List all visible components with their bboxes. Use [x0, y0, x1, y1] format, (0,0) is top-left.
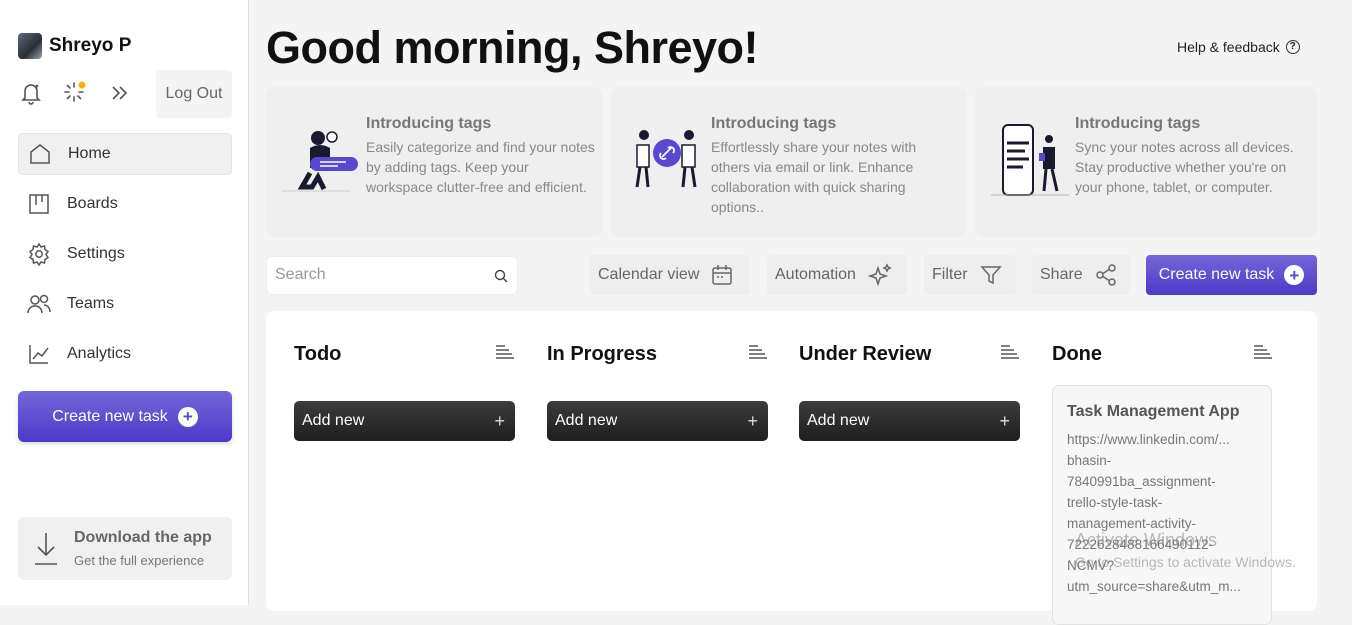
task-card-line: utm_source=share&utm_m... — [1067, 579, 1241, 594]
add-new-label: Add new — [302, 412, 365, 429]
sidebar-item-home[interactable]: Home — [18, 133, 232, 175]
filter-icon — [979, 264, 1002, 286]
task-card-line: trello-style-task- — [1067, 495, 1163, 510]
double-chevron-right-icon[interactable] — [106, 80, 132, 106]
download-app-button[interactable]: Download the app Get the full experience — [18, 517, 232, 580]
sidebar-item-boards[interactable]: Boards — [18, 183, 232, 225]
page-title: Good morning, Shreyo! — [266, 22, 759, 73]
add-new-label: Add new — [807, 412, 870, 429]
create-task-button[interactable]: Create new task + — [1146, 255, 1317, 295]
share-label: Share — [1040, 266, 1083, 283]
task-card-description: https://www.linkedin.com/... bhasin- 784… — [1067, 429, 1257, 597]
promo-title: Introducing tags — [1075, 115, 1201, 132]
plus-icon: + — [747, 410, 758, 431]
sparkle-icon — [867, 263, 892, 287]
sidebar-item-label: Settings — [67, 245, 125, 262]
create-task-label: Create new task — [52, 407, 168, 425]
add-new-label: Add new — [555, 412, 618, 429]
sidebar-nav: Home Boards Settings Teams Analytics — [18, 133, 232, 383]
create-task-label: Create new task — [1158, 266, 1275, 283]
promo-title: Introducing tags — [366, 115, 492, 132]
share-illustration-icon — [635, 130, 697, 188]
column-in-progress: In Progress Add new + — [547, 341, 768, 441]
plus-icon: + — [494, 410, 505, 431]
sort-icon[interactable] — [1000, 344, 1020, 365]
sort-icon[interactable] — [1253, 344, 1273, 365]
promo-card-sync: Introducing tags Sync your notes across … — [975, 87, 1317, 237]
task-card-line: https://www.linkedin.com/... — [1067, 432, 1230, 447]
filter-label: Filter — [932, 266, 968, 283]
search-icon[interactable] — [494, 269, 508, 288]
help-label: Help & feedback — [1177, 39, 1280, 55]
filter-button[interactable]: Filter — [924, 255, 1016, 295]
user-profile[interactable]: Shreyo P — [18, 33, 131, 59]
watermark-title: Activate Windows — [1075, 530, 1218, 550]
bell-icon[interactable] — [18, 80, 44, 106]
column-under-review: Under Review Add new + — [799, 341, 1020, 441]
automation-button[interactable]: Automation — [767, 255, 907, 295]
activate-windows-watermark: Activate Windows Go to Settings to activ… — [1075, 530, 1296, 570]
column-title: In Progress — [547, 342, 658, 365]
sort-icon[interactable] — [495, 344, 515, 365]
home-icon — [27, 141, 53, 167]
share-button[interactable]: Share — [1032, 255, 1130, 295]
task-card-line: bhasin- — [1067, 453, 1112, 468]
column-todo: Todo Add new + — [294, 341, 515, 441]
promo-body: Effortlessly share your notes with other… — [711, 139, 917, 215]
teams-icon — [26, 291, 52, 317]
sync-illustration-icon — [991, 124, 1069, 196]
search-input[interactable] — [275, 266, 485, 284]
add-new-button[interactable]: Add new + — [294, 401, 515, 441]
promo-card-share: Introducing tags Effortlessly share your… — [611, 87, 967, 237]
sidebar-item-label: Teams — [67, 295, 115, 312]
boards-icon — [26, 191, 52, 217]
column-title: Under Review — [799, 342, 932, 365]
watermark-subtitle: Go to Settings to activate Windows. — [1075, 554, 1296, 570]
loading-sun-icon[interactable] — [62, 80, 88, 106]
download-title: Download the app — [74, 529, 212, 546]
column-done: Done — [1052, 341, 1273, 367]
promo-body: Easily categorize and find your notes by… — [366, 139, 595, 195]
add-new-button[interactable]: Add new + — [547, 401, 768, 441]
task-card-line: 7840991ba_assignment- — [1067, 474, 1216, 489]
promo-card-tags: Introducing tags Easily categorize and f… — [266, 87, 603, 237]
download-subtitle: Get the full experience — [74, 553, 205, 568]
column-title: Done — [1052, 342, 1102, 365]
automation-label: Automation — [775, 266, 856, 283]
calendar-view-label: Calendar view — [598, 266, 700, 283]
question-icon: ? — [1285, 40, 1300, 54]
column-title: Todo — [294, 342, 342, 365]
tags-illustration-icon — [282, 131, 358, 192]
share-icon — [1095, 264, 1117, 286]
sidebar-create-task-button[interactable]: Create new task + — [18, 391, 232, 442]
sidebar-item-label: Boards — [67, 195, 118, 212]
task-card[interactable]: Task Management App https://www.linkedin… — [1052, 385, 1272, 625]
plus-icon: + — [177, 406, 198, 427]
sidebar-item-teams[interactable]: Teams — [18, 283, 232, 325]
plus-icon: + — [1284, 265, 1305, 285]
calendar-view-button[interactable]: Calendar view — [590, 255, 750, 295]
sidebar-icon-row: Log Out — [18, 70, 232, 118]
sidebar-item-label: Analytics — [67, 345, 132, 362]
sidebar-item-settings[interactable]: Settings — [18, 233, 232, 275]
sidebar: Shreyo P Log Out Home Boards Settings Te… — [0, 0, 249, 605]
task-card-title: Task Management App — [1067, 403, 1240, 420]
sidebar-item-analytics[interactable]: Analytics — [18, 333, 232, 375]
promo-body: Sync your notes across all devices. Stay… — [1075, 139, 1294, 195]
download-icon — [18, 517, 74, 580]
sidebar-item-label: Home — [68, 145, 111, 162]
calendar-icon — [711, 264, 733, 286]
gear-icon — [26, 241, 52, 267]
plus-icon: + — [999, 410, 1010, 431]
promo-title: Introducing tags — [711, 115, 837, 132]
user-name: Shreyo P — [49, 35, 132, 56]
analytics-icon — [26, 341, 52, 367]
logout-button[interactable]: Log Out — [156, 70, 232, 118]
sort-icon[interactable] — [748, 344, 768, 365]
search-box[interactable] — [266, 256, 518, 295]
avatar[interactable] — [18, 33, 42, 59]
add-new-button[interactable]: Add new + — [799, 401, 1020, 441]
help-feedback-link[interactable]: Help & feedback ? — [1177, 39, 1300, 55]
